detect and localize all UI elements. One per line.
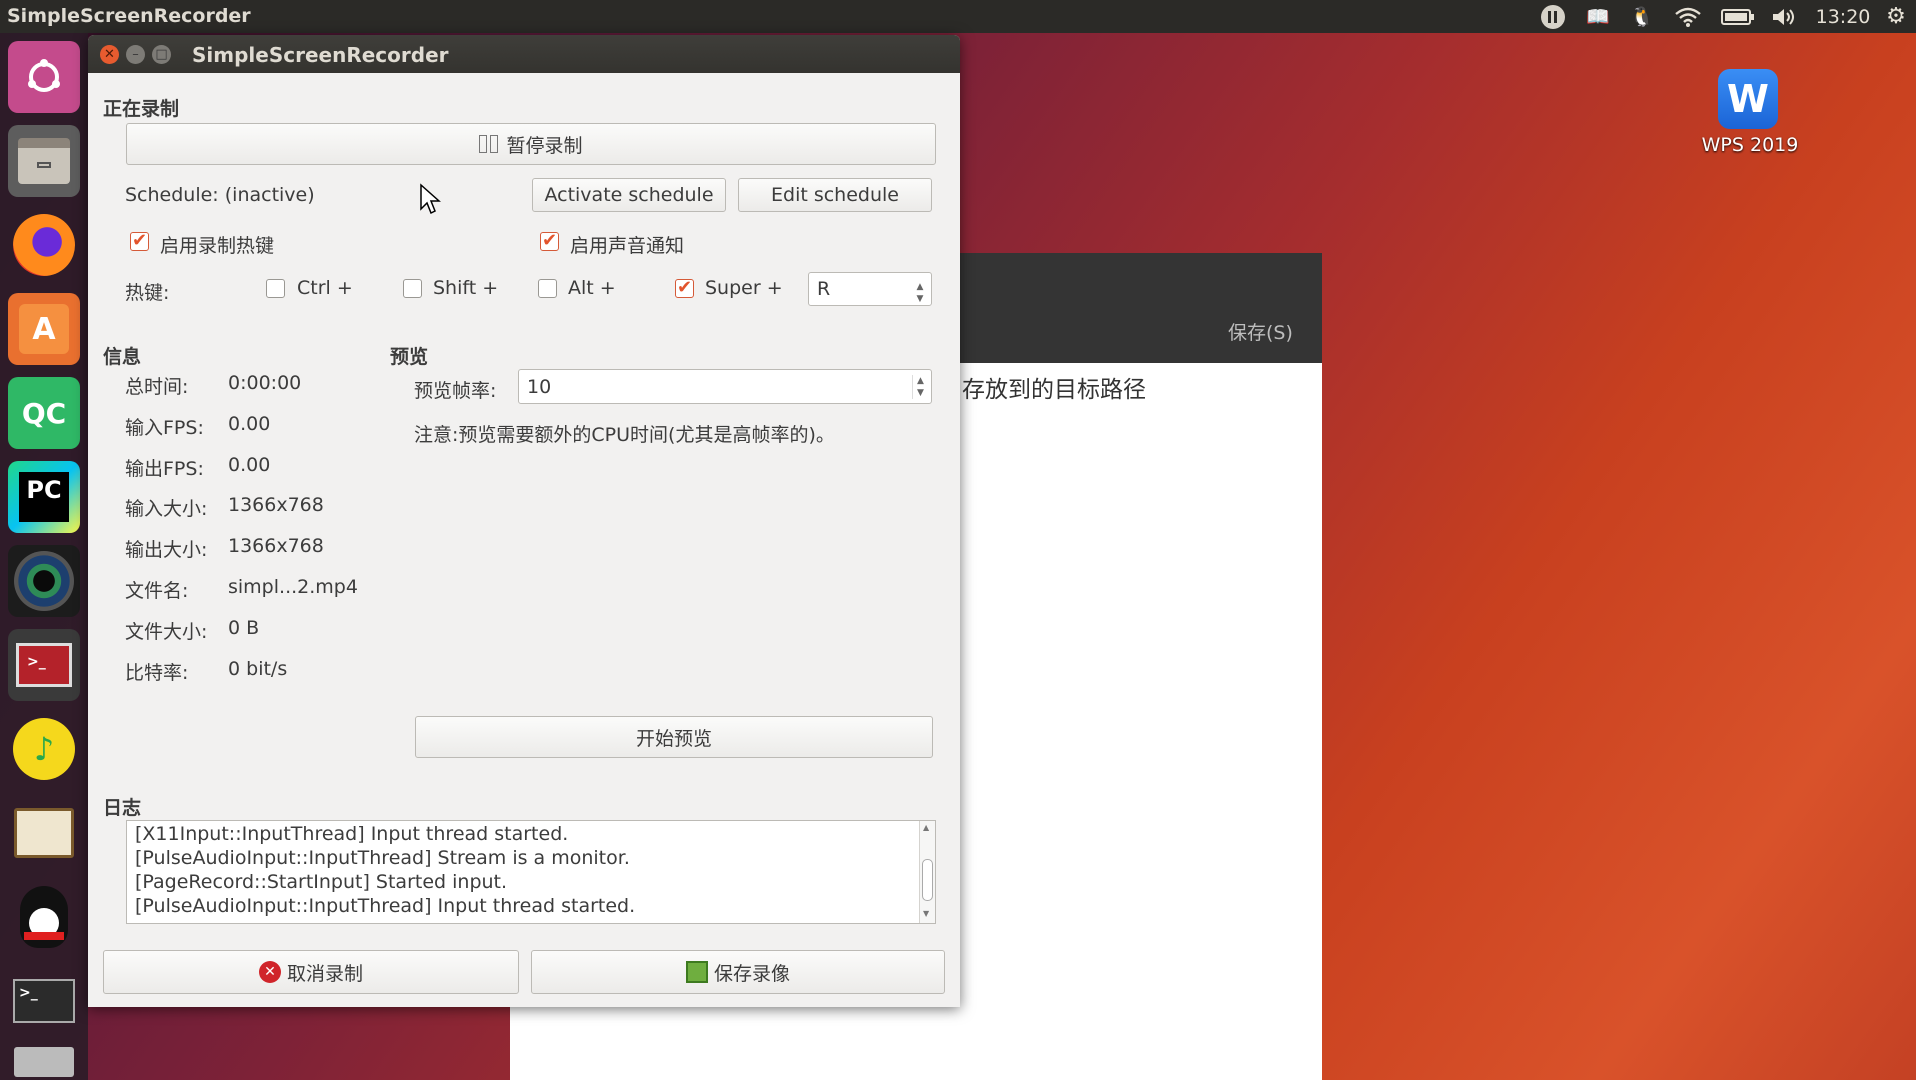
info-label: 文件名: (125, 580, 189, 602)
qc-icon[interactable]: QC (8, 377, 80, 449)
info-value: 0.00 (228, 454, 271, 476)
info-label: 输入FPS: (125, 417, 204, 439)
schedule-status: Schedule: (inactive) (125, 184, 315, 206)
pause-icon (479, 135, 488, 153)
camera-icon[interactable] (8, 545, 80, 617)
wps-desktop-icon[interactable]: W (1718, 69, 1778, 129)
preview-note: 注意:预览需要额外的CPU时间(尤其是高帧率的)。 (414, 424, 835, 446)
preview-section-header: 预览 (390, 346, 429, 368)
log-textbox[interactable]: [X11Input::InputThread] Input thread sta… (126, 820, 936, 924)
firefox-icon[interactable] (8, 209, 80, 281)
ebook-reader-icon[interactable] (8, 797, 80, 869)
edit-schedule-button[interactable]: Edit schedule (738, 178, 932, 212)
hotkey-key-value: R (817, 278, 831, 300)
info-value: 1366x768 (228, 535, 324, 557)
window-titlebar[interactable]: ✕ – □ SimpleScreenRecorder (88, 35, 960, 73)
pause-recording-label: 暂停录制 (506, 134, 583, 157)
wifi-icon[interactable] (1673, 4, 1703, 29)
spin-arrows-icon: ▲ ▼ (912, 375, 928, 399)
info-label: 比特率: (125, 662, 189, 684)
cancel-recording-label: 取消录制 (286, 962, 363, 985)
info-label: 输入大小: (125, 498, 208, 520)
info-value: simpl...2.mp4 (228, 576, 358, 598)
log-line: [PulseAudioInput::InputThread] Stream is… (135, 847, 630, 869)
terminal-app-icon[interactable]: >_ (8, 629, 80, 701)
enable-sound-checkbox[interactable] (540, 230, 559, 251)
shift-checkbox[interactable] (403, 279, 422, 298)
save-recording-button[interactable]: 保存录像 (531, 950, 945, 994)
info-label: 输出大小: (125, 539, 208, 561)
save-recording-label: 保存录像 (713, 962, 790, 985)
clock[interactable]: 13:20 (1816, 4, 1871, 29)
info-label: 文件大小: (125, 621, 208, 643)
scroll-up-icon[interactable]: ▲ (923, 823, 929, 832)
mouse-cursor-icon (420, 183, 441, 215)
enable-hotkey-checkbox[interactable] (130, 230, 149, 251)
music-player-icon[interactable]: ♪ (8, 713, 80, 785)
launcher: A QC PC >_ ♪ >_ (0, 33, 88, 1080)
pause-indicator-icon[interactable] (1540, 4, 1566, 29)
super-checkbox[interactable] (675, 277, 694, 298)
hotkey-label: 热键: (125, 282, 170, 304)
book-icon[interactable]: 📖 (1584, 4, 1612, 29)
background-save-button[interactable]: 保存(S) (1228, 318, 1293, 345)
super-label: Super + (705, 277, 783, 299)
recording-section-header: 正在录制 (103, 98, 180, 120)
ctrl-label: Ctrl + (297, 277, 353, 299)
save-icon (685, 961, 708, 983)
info-value: 1366x768 (228, 494, 324, 516)
ubuntu-dash-icon[interactable] (8, 41, 80, 113)
info-value: 0:00:00 (228, 372, 302, 394)
info-section-header: 信息 (103, 346, 142, 368)
qq-icon[interactable] (8, 881, 80, 953)
terminal-icon[interactable]: >_ (8, 965, 80, 1037)
info-value: 0 B (228, 617, 260, 639)
pycharm-label: PC (19, 472, 69, 522)
shift-label: Shift + (433, 277, 499, 299)
alt-checkbox[interactable] (538, 279, 557, 298)
minimize-icon[interactable]: – (126, 45, 145, 64)
gear-icon[interactable]: ⚙ (1882, 4, 1910, 29)
top-panel: SimpleScreenRecorder 📖 🐧 13:20 ⚙ (0, 0, 1916, 33)
wps-desktop-label[interactable]: WPS 2019 (1690, 134, 1810, 156)
background-window-text: 存放到的目标路径 (962, 377, 1146, 403)
scroll-down-icon[interactable]: ▼ (923, 909, 929, 918)
cancel-icon: ✕ (258, 961, 281, 983)
select-arrows-icon: ▲ ▼ (916, 282, 924, 304)
preview-fps-input[interactable]: 10 ▲ ▼ (518, 369, 932, 404)
alt-label: Alt + (568, 277, 616, 299)
start-preview-button[interactable]: 开始预览 (415, 716, 933, 758)
enable-hotkey-label: 启用录制热键 (160, 235, 275, 257)
preview-fps-label: 预览帧率: (414, 380, 497, 402)
info-value: 0.00 (228, 413, 271, 435)
volume-icon[interactable] (1770, 4, 1798, 29)
battery-icon[interactable] (1720, 4, 1756, 29)
hotkey-key-select[interactable]: R ▲ ▼ (808, 272, 932, 306)
preview-fps-value: 10 (527, 375, 552, 398)
log-line: [PageRecord::StartInput] Started input. (135, 871, 508, 893)
log-line: [X11Input::InputThread] Input thread sta… (135, 823, 569, 845)
cancel-recording-button[interactable]: ✕ 取消录制 (103, 950, 519, 994)
info-value: 0 bit/s (228, 658, 288, 680)
tux-icon[interactable]: 🐧 (1628, 4, 1656, 29)
ctrl-checkbox[interactable] (266, 279, 285, 298)
log-scrollbar[interactable]: ▲ ▼ (919, 821, 935, 923)
enable-sound-label: 启用声音通知 (570, 235, 685, 257)
info-label: 总时间: (125, 376, 189, 398)
activate-schedule-button[interactable]: Activate schedule (532, 178, 726, 212)
software-center-icon[interactable]: A (8, 293, 80, 365)
close-icon[interactable]: ✕ (100, 45, 119, 64)
window-title: SimpleScreenRecorder (192, 43, 449, 67)
files-icon[interactable] (8, 125, 80, 197)
maximize-icon[interactable]: □ (152, 45, 171, 64)
info-label: 输出FPS: (125, 458, 204, 480)
log-section-header: 日志 (103, 797, 142, 819)
log-line: [PulseAudioInput::InputThread] Input thr… (135, 895, 636, 917)
pause-recording-button[interactable]: 暂停录制 (126, 123, 936, 165)
active-app-title: SimpleScreenRecorder (7, 5, 251, 27)
scrollbar-thumb[interactable] (922, 859, 933, 901)
pycharm-icon[interactable]: PC (8, 461, 80, 533)
printer-icon[interactable] (8, 1043, 80, 1080)
